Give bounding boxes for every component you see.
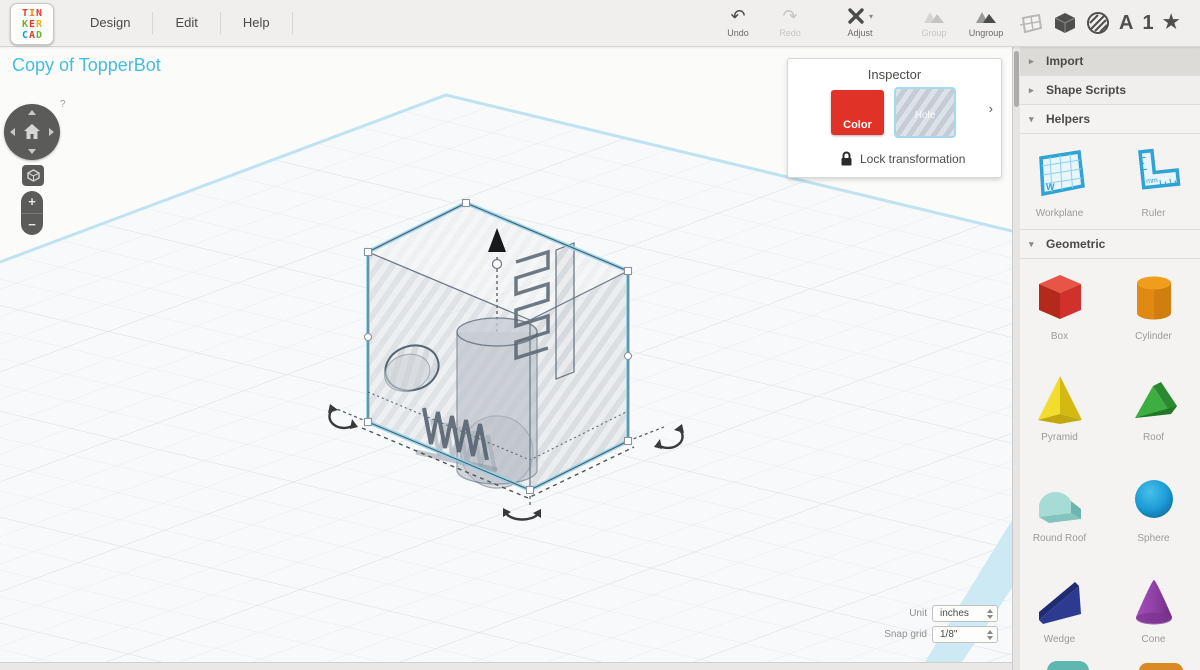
ungroup-icon — [960, 5, 1012, 27]
caret-down-icon: ▾ — [869, 12, 873, 21]
orbit-cube-icon — [27, 169, 40, 182]
section-geometric[interactable]: ▾ Geometric — [1013, 230, 1200, 259]
svg-text:W: W — [1046, 182, 1055, 192]
group-icon — [908, 5, 960, 27]
pyramid-shape-icon — [1031, 370, 1089, 430]
unit-controls: Unit inches Snap grid 1/8" — [884, 605, 998, 647]
logo-letter: T — [22, 8, 28, 19]
logo-letter: A — [29, 30, 35, 41]
ungroup-button[interactable]: Ungroup — [960, 5, 1012, 38]
logo-letter: C — [22, 30, 28, 41]
menu-design[interactable]: Design — [68, 0, 152, 46]
menu-help[interactable]: Help — [221, 0, 292, 46]
next-row-shape-partial[interactable] — [1139, 663, 1183, 670]
stepper-icon — [987, 609, 993, 619]
geometric-category-icon[interactable] — [1053, 11, 1077, 35]
logo-letter: N — [36, 8, 42, 19]
inspector-expand-arrow[interactable]: › — [989, 101, 993, 116]
section-import[interactable]: ▸ Import — [1013, 47, 1200, 76]
zoom-out-button[interactable]: − — [21, 214, 43, 236]
document-title: Copy of TopperBot — [12, 55, 161, 76]
zoom-control[interactable]: + − — [21, 191, 43, 235]
unit-label: Unit — [909, 608, 927, 619]
logo-letter: D — [36, 30, 42, 41]
helper-tile-ruler[interactable]: mm Ruler — [1107, 140, 1200, 219]
menu-separator — [292, 12, 293, 34]
logo-letter: R — [36, 19, 42, 30]
section-shape-scripts[interactable]: ▸ Shape Scripts — [1013, 76, 1200, 105]
3d-viewport[interactable]: Copy of TopperBot ? + − Inspector Color … — [0, 47, 1012, 670]
logo-letter: I — [29, 8, 35, 19]
inspector-panel: Inspector Color Hole › Lock transformati… — [787, 58, 1002, 178]
orbit-view-button[interactable] — [22, 165, 44, 186]
logo-letter: K — [22, 19, 28, 30]
next-row-shape-partial[interactable] — [1047, 661, 1089, 670]
adjust-icon: ▾ — [834, 5, 886, 27]
shape-tile-pyramid[interactable]: Pyramid — [1013, 366, 1107, 467]
round-roof-shape-icon — [1031, 471, 1089, 531]
scrollbar-thumb[interactable] — [1014, 51, 1019, 107]
symbols-category-icon[interactable]: ★ — [1163, 0, 1180, 46]
roof-shape-icon — [1125, 370, 1183, 430]
menu-edit[interactable]: Edit — [153, 0, 219, 46]
chevron-right-icon: ▸ — [1029, 56, 1037, 67]
numbers-category-icon[interactable]: 1 — [1142, 0, 1153, 46]
menu-bar: Design Edit Help — [68, 0, 293, 46]
color-swatch[interactable]: Color — [831, 90, 884, 135]
shape-tile-sphere[interactable]: Sphere — [1107, 467, 1200, 568]
snap-grid-dropdown[interactable]: 1/8" — [932, 626, 998, 643]
svg-text:mm: mm — [1145, 177, 1157, 185]
redo-icon: ↷ — [764, 5, 816, 27]
undo-icon: ↶ — [712, 5, 764, 27]
home-view-icon — [4, 104, 60, 160]
adjust-button[interactable]: ▾ Adjust — [834, 5, 886, 38]
box-shape-icon — [1031, 269, 1089, 329]
canvas-bottom-strip — [0, 662, 1012, 670]
logo-letter: E — [29, 19, 35, 30]
cone-shape-icon — [1125, 572, 1183, 632]
section-helpers[interactable]: ▾ Helpers — [1013, 105, 1200, 134]
holes-category-icon[interactable] — [1086, 11, 1110, 35]
shape-tile-cylinder[interactable]: Cylinder — [1107, 265, 1200, 366]
view-navigation-ball[interactable] — [4, 104, 60, 160]
inspector-title: Inspector — [788, 67, 1001, 82]
toolbar: TIN KER CAD Design Edit Help ↶ Undo ↷ Re… — [0, 0, 1200, 47]
lock-transformation[interactable]: Lock transformation — [840, 151, 965, 166]
action-toolbar: ↶ Undo ↷ Redo ▾ Adjust Group Ungroup — [712, 5, 1012, 38]
shape-tile-roof[interactable]: Roof — [1107, 366, 1200, 467]
tinkercad-logo[interactable]: TIN KER CAD — [10, 3, 54, 45]
help-icon[interactable]: ? — [60, 99, 66, 110]
workplane-helper-icon: W — [1031, 144, 1089, 206]
helper-tile-workplane[interactable]: W Workplane — [1013, 140, 1107, 219]
letters-category-icon[interactable]: A — [1119, 0, 1133, 46]
shape-category-quickbar: A 1 ★ — [1020, 0, 1200, 46]
chevron-right-icon: ▸ — [1029, 85, 1037, 96]
sphere-shape-icon — [1125, 471, 1183, 531]
shape-tile-wedge[interactable]: Wedge — [1013, 568, 1107, 669]
shape-tile-cone[interactable]: Cone — [1107, 568, 1200, 669]
hole-swatch-selected[interactable]: Hole — [894, 87, 956, 138]
cylinder-shape-icon — [1125, 269, 1183, 329]
ruler-helper-icon: mm — [1125, 144, 1183, 206]
group-button[interactable]: Group — [908, 5, 960, 38]
redo-button[interactable]: ↷ Redo — [764, 5, 816, 38]
lock-icon — [840, 151, 853, 166]
wedge-shape-icon — [1031, 572, 1089, 632]
snap-grid-label: Snap grid — [884, 629, 927, 640]
panel-scrollbar[interactable] — [1013, 47, 1020, 670]
helpers-content: W Workplane mm Ruler — [1013, 134, 1200, 230]
workplane-category-icon[interactable] — [1020, 11, 1044, 35]
shapes-panel: ▸ Import ▸ Shape Scripts ▾ Helpers W Wor… — [1012, 47, 1200, 670]
chevron-down-icon: ▾ — [1029, 114, 1037, 125]
shape-tile-box[interactable]: Box — [1013, 265, 1107, 366]
undo-button[interactable]: ↶ Undo — [712, 5, 764, 38]
chevron-down-icon: ▾ — [1029, 239, 1037, 250]
zoom-in-button[interactable]: + — [21, 191, 43, 214]
geometric-shapes-grid: Box Cylinder Pyramid Roof — [1013, 259, 1200, 670]
unit-dropdown[interactable]: inches — [932, 605, 998, 622]
stepper-icon — [987, 630, 993, 640]
shape-tile-round-roof[interactable]: Round Roof — [1013, 467, 1107, 568]
top-scale-handle[interactable] — [493, 260, 502, 269]
